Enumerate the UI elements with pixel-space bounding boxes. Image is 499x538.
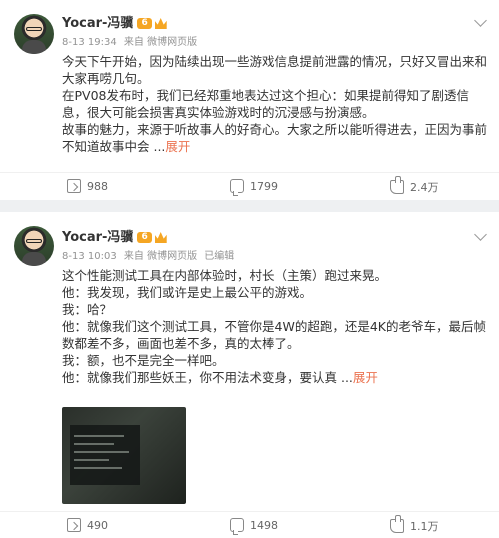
crown-icon (154, 18, 167, 29)
author-name-text[interactable]: Yocar-冯骥 (62, 16, 133, 31)
repost-icon (67, 518, 81, 532)
author-name-text[interactable]: Yocar-冯骥 (62, 230, 133, 245)
post-paragraph: 他：我发现，我们或许是史上最公平的游戏。 (62, 285, 313, 300)
like-count: 2.4万 (410, 181, 439, 194)
post-source: 来自 微博网页版 (123, 251, 198, 262)
author-avatar[interactable] (14, 226, 54, 266)
repost-button[interactable]: 988 (67, 179, 108, 193)
post-text: 今天下午开始，因为陆续出现一些游戏信息提前泄露的情况，只好又冒出来和大家再唠几句… (62, 53, 492, 155)
comment-count: 1498 (250, 518, 278, 532)
image-detail (74, 443, 114, 445)
post-image-thumbnail[interactable] (62, 407, 186, 504)
author-avatar[interactable] (14, 14, 54, 54)
repost-icon (67, 179, 81, 193)
post-paragraph: 他：就像我们那些妖王，你不用法术变身，要认真 ...展开 (62, 369, 492, 386)
image-detail (74, 435, 124, 437)
expand-link[interactable]: 展开 (165, 139, 190, 154)
thumbs-up-icon (390, 176, 404, 194)
post-time[interactable]: 8-13 10:03 (62, 251, 117, 262)
comment-button[interactable]: 1498 (230, 518, 278, 535)
author-name[interactable]: Yocar-冯骥 6 (62, 12, 167, 31)
post-separator (0, 200, 499, 212)
post-paragraph: 在PV08发布时，我们已经郑重地表达过这个担心：如果提前得知了剧透信息，很大可能… (62, 88, 469, 120)
comment-button[interactable]: 1799 (230, 179, 278, 196)
edited-label: 已编辑 (204, 251, 235, 262)
comment-icon (230, 179, 244, 196)
weibo-post-1: Yocar-冯骥 6 8-13 19:34 来自 微博网页版 今天下午开始，因为陆… (0, 0, 499, 200)
crown-icon (154, 232, 167, 243)
post-paragraph-text: 他：就像我们那些妖王，你不用法术变身，要认真 ... (62, 370, 353, 385)
post-text: 这个性能测试工具在内部体验时，村长（主策）跑过来晃。 他：我发现，我们或许是史上… (62, 267, 492, 386)
post-paragraph: 这个性能测试工具在内部体验时，村长（主策）跑过来晃。 (62, 268, 388, 283)
post-source: 来自 微博网页版 (123, 37, 198, 48)
post-paragraph: 故事的魅力，来源于听故事人的好奇心。大家之所以能听得进去，正因为事前不知道故事中… (62, 121, 492, 155)
post-meta: 8-13 10:03 来自 微博网页版 已编辑 (62, 247, 238, 262)
post-paragraph: 他：就像我们这个测试工具，不管你是4W的超跑，还是4K的老爷车，最后帧数都差不多… (62, 319, 486, 351)
weibo-post-2: Yocar-冯骥 6 8-13 10:03 来自 微博网页版 已编辑 这个性能测试… (0, 212, 499, 537)
image-detail (74, 451, 129, 453)
like-button[interactable]: 1.1万 (390, 515, 439, 534)
action-bar: 988 1799 2.4万 (0, 172, 499, 199)
post-paragraph-text: 故事的魅力，来源于听故事人的好奇心。大家之所以能听得进去，正因为事前不知道故事中… (62, 122, 488, 154)
image-detail (74, 459, 109, 461)
post-paragraph: 我：哈？ (62, 302, 113, 317)
level-badge: 6 (137, 232, 152, 243)
post-meta: 8-13 19:34 来自 微博网页版 (62, 33, 201, 48)
level-badge: 6 (137, 18, 152, 29)
action-bar: 490 1498 1.1万 (0, 511, 499, 538)
image-detail (74, 467, 122, 469)
like-count: 1.1万 (410, 520, 439, 533)
repost-count: 988 (87, 179, 108, 193)
repost-count: 490 (87, 518, 108, 532)
post-paragraph: 今天下午开始，因为陆续出现一些游戏信息提前泄露的情况，只好又冒出来和大家再唠几句… (62, 54, 488, 86)
comment-count: 1799 (250, 179, 278, 193)
like-button[interactable]: 2.4万 (390, 176, 439, 195)
expand-link[interactable]: 展开 (353, 370, 378, 385)
chevron-down-icon[interactable] (474, 14, 487, 27)
thumbs-up-icon (390, 515, 404, 533)
post-time[interactable]: 8-13 19:34 (62, 37, 117, 48)
author-name[interactable]: Yocar-冯骥 6 (62, 226, 167, 245)
repost-button[interactable]: 490 (67, 518, 108, 532)
post-paragraph: 我：额，也不是完全一样吧。 (62, 353, 225, 368)
comment-icon (230, 518, 244, 535)
chevron-down-icon[interactable] (474, 228, 487, 241)
image-panel (70, 425, 140, 485)
